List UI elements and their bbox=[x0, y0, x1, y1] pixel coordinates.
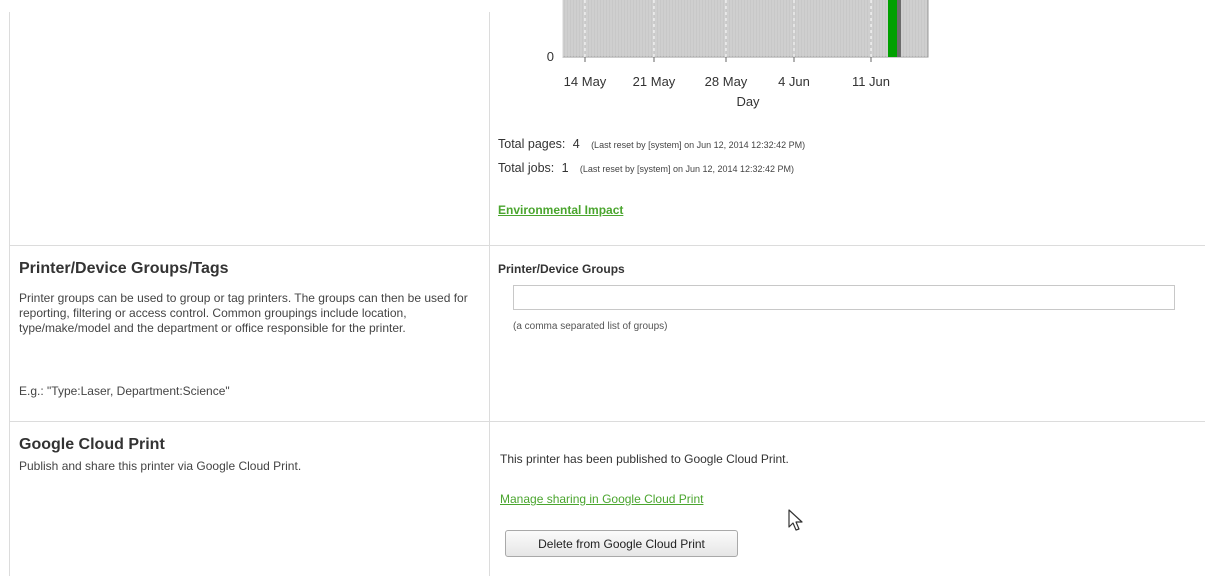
x-tick-label: 21 May bbox=[633, 74, 676, 89]
groups-section-description: Printer groups can be used to group or t… bbox=[19, 291, 468, 335]
x-tick-label: 28 May bbox=[705, 74, 748, 89]
total-pages-note: (Last reset by [system] on Jun 12, 2014 … bbox=[591, 140, 806, 150]
x-tick-label: 4 Jun bbox=[778, 74, 810, 89]
groups-section-example: E.g.: "Type:Laser, Department:Science" bbox=[19, 384, 230, 398]
groups-hint: (a comma separated list of groups) bbox=[513, 321, 668, 332]
gcp-section-description: Publish and share this printer via Googl… bbox=[19, 459, 302, 473]
gcp-section-title: Google Cloud Print bbox=[19, 436, 165, 453]
y-tick-label: 0 bbox=[547, 49, 554, 64]
column-divider bbox=[489, 12, 490, 576]
total-jobs-label: Total jobs: bbox=[498, 161, 555, 175]
mouse-cursor-icon bbox=[788, 509, 803, 531]
row-divider bbox=[9, 421, 1205, 422]
total-jobs-value: 1 bbox=[561, 161, 569, 175]
environmental-impact-link[interactable]: Environmental Impact bbox=[498, 203, 623, 217]
row-divider bbox=[9, 245, 1205, 246]
usage-chart-svg: 14 May 21 May 28 May 4 Jun 11 Jun 0 Day bbox=[547, 0, 929, 109]
manage-sharing-link[interactable]: Manage sharing in Google Cloud Print bbox=[500, 492, 703, 506]
data-bar-shadow bbox=[897, 0, 901, 57]
delete-from-gcp-button[interactable]: Delete from Google Cloud Print bbox=[505, 530, 738, 557]
x-tick-label: 11 Jun bbox=[852, 74, 890, 89]
x-tick-label: 14 May bbox=[564, 74, 607, 89]
x-axis-label: Day bbox=[736, 94, 760, 109]
groups-input[interactable] bbox=[513, 285, 1175, 310]
gcp-status-text: This printer has been published to Googl… bbox=[500, 452, 789, 466]
usage-chart: 14 May 21 May 28 May 4 Jun 11 Jun 0 Day bbox=[530, 0, 950, 118]
total-pages: Total pages: 4 (Last reset by [system] o… bbox=[498, 137, 805, 151]
total-pages-label: Total pages: bbox=[498, 137, 566, 151]
column-divider bbox=[9, 12, 10, 576]
total-pages-value: 4 bbox=[572, 137, 580, 151]
total-jobs-note: (Last reset by [system] on Jun 12, 2014 … bbox=[579, 164, 795, 174]
groups-section-title: Printer/Device Groups/Tags bbox=[19, 260, 229, 277]
data-bar bbox=[888, 0, 897, 57]
groups-field-label: Printer/Device Groups bbox=[498, 262, 625, 276]
total-jobs: Total jobs: 1 (Last reset by [system] on… bbox=[498, 161, 794, 175]
